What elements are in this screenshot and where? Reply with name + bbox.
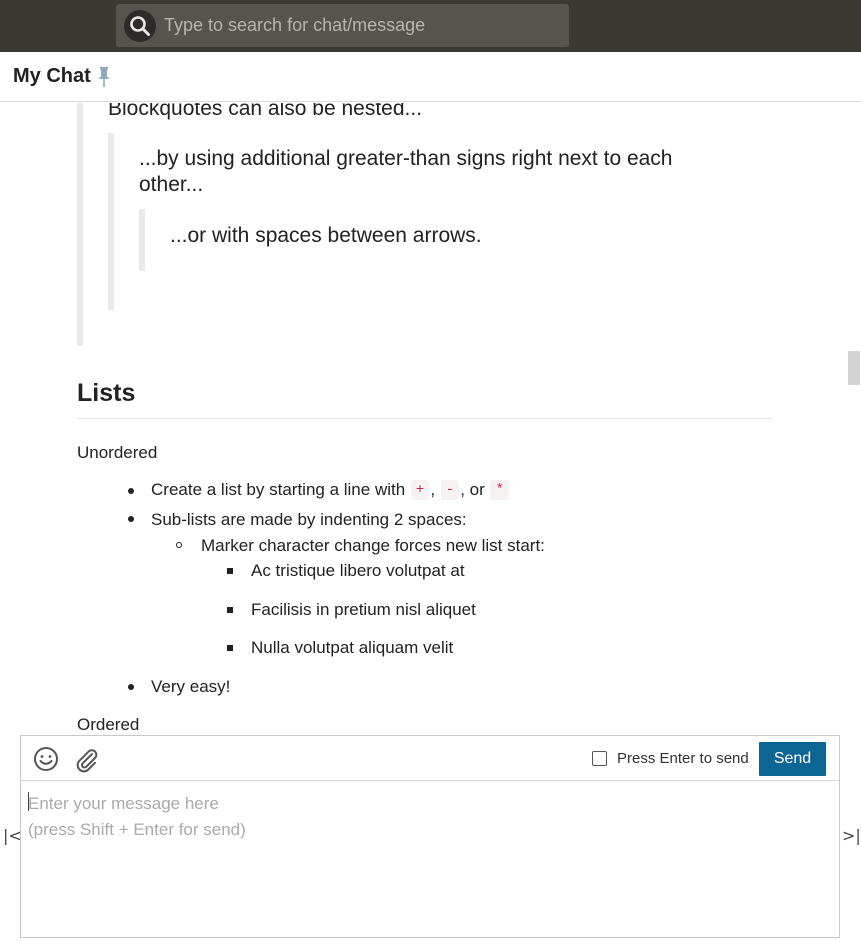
list-item-text: , or [460,480,485,499]
next-arrow[interactable]: >| [842,826,861,845]
attachment-icon[interactable] [73,746,101,779]
chat-header: My Chat [0,52,861,102]
blockquote-bar [77,103,83,346]
text-caret [28,792,29,811]
message-input[interactable] [21,781,839,937]
blockquote-text: ...or with spaces between arrows. [170,224,482,247]
blockquote-bar [108,133,114,310]
composer-toolbar: Press Enter to send Send [21,736,839,781]
message-composer: Press Enter to send Send [20,735,840,938]
blockquote-text: ...by using additional greater-than sign… [139,147,673,170]
message-content: Blockquotes can also be nested... ...by … [0,103,861,735]
list-item-text: Create a list by starting a line with [151,480,406,499]
list-item: Ac tristique libero volutpat at [251,561,465,580]
inline-code: + [410,480,430,500]
top-bar [0,0,861,52]
list-item: Facilisis in pretium nisl aliquet [251,600,476,619]
unordered-label: Unordered [77,443,158,462]
heading-divider [77,418,772,419]
list-item: Create a list by starting a line with +,… [151,480,510,500]
search-box[interactable] [116,4,569,47]
inline-code: - [440,480,460,500]
blockquote-text: Blockquotes can also be nested... [108,103,423,120]
blockquote-bar [139,209,145,271]
list-item: Nulla volutpat aliquam velit [251,638,454,657]
list-item: Very easy! [151,677,231,696]
enter-to-send-label[interactable]: Press Enter to send [617,750,749,767]
list-bullet [227,568,233,574]
ordered-label: Ordered [77,715,140,734]
send-button[interactable]: Send [759,742,826,776]
list-bullet [128,488,134,494]
emoji-icon[interactable] [33,746,59,777]
scrollbar-thumb[interactable] [848,351,860,385]
list-bullet [227,645,233,651]
list-item: Sub-lists are made by indenting 2 spaces… [151,510,467,529]
list-bullet [227,607,233,613]
pin-icon[interactable] [97,66,111,87]
enter-to-send-checkbox[interactable] [592,751,607,766]
lists-heading: Lists [77,379,136,407]
chat-title: My Chat [13,65,91,87]
list-item: Marker character change forces new list … [201,536,545,555]
list-bullet [128,516,134,522]
blockquote-text: other... [139,173,204,196]
search-icon[interactable] [124,9,156,42]
search-input[interactable] [162,14,546,37]
prev-arrow[interactable]: |< [3,826,22,845]
inline-code: * [490,480,509,500]
list-bullet [128,684,134,690]
list-bullet [176,542,182,548]
list-item-text: , [430,480,436,499]
